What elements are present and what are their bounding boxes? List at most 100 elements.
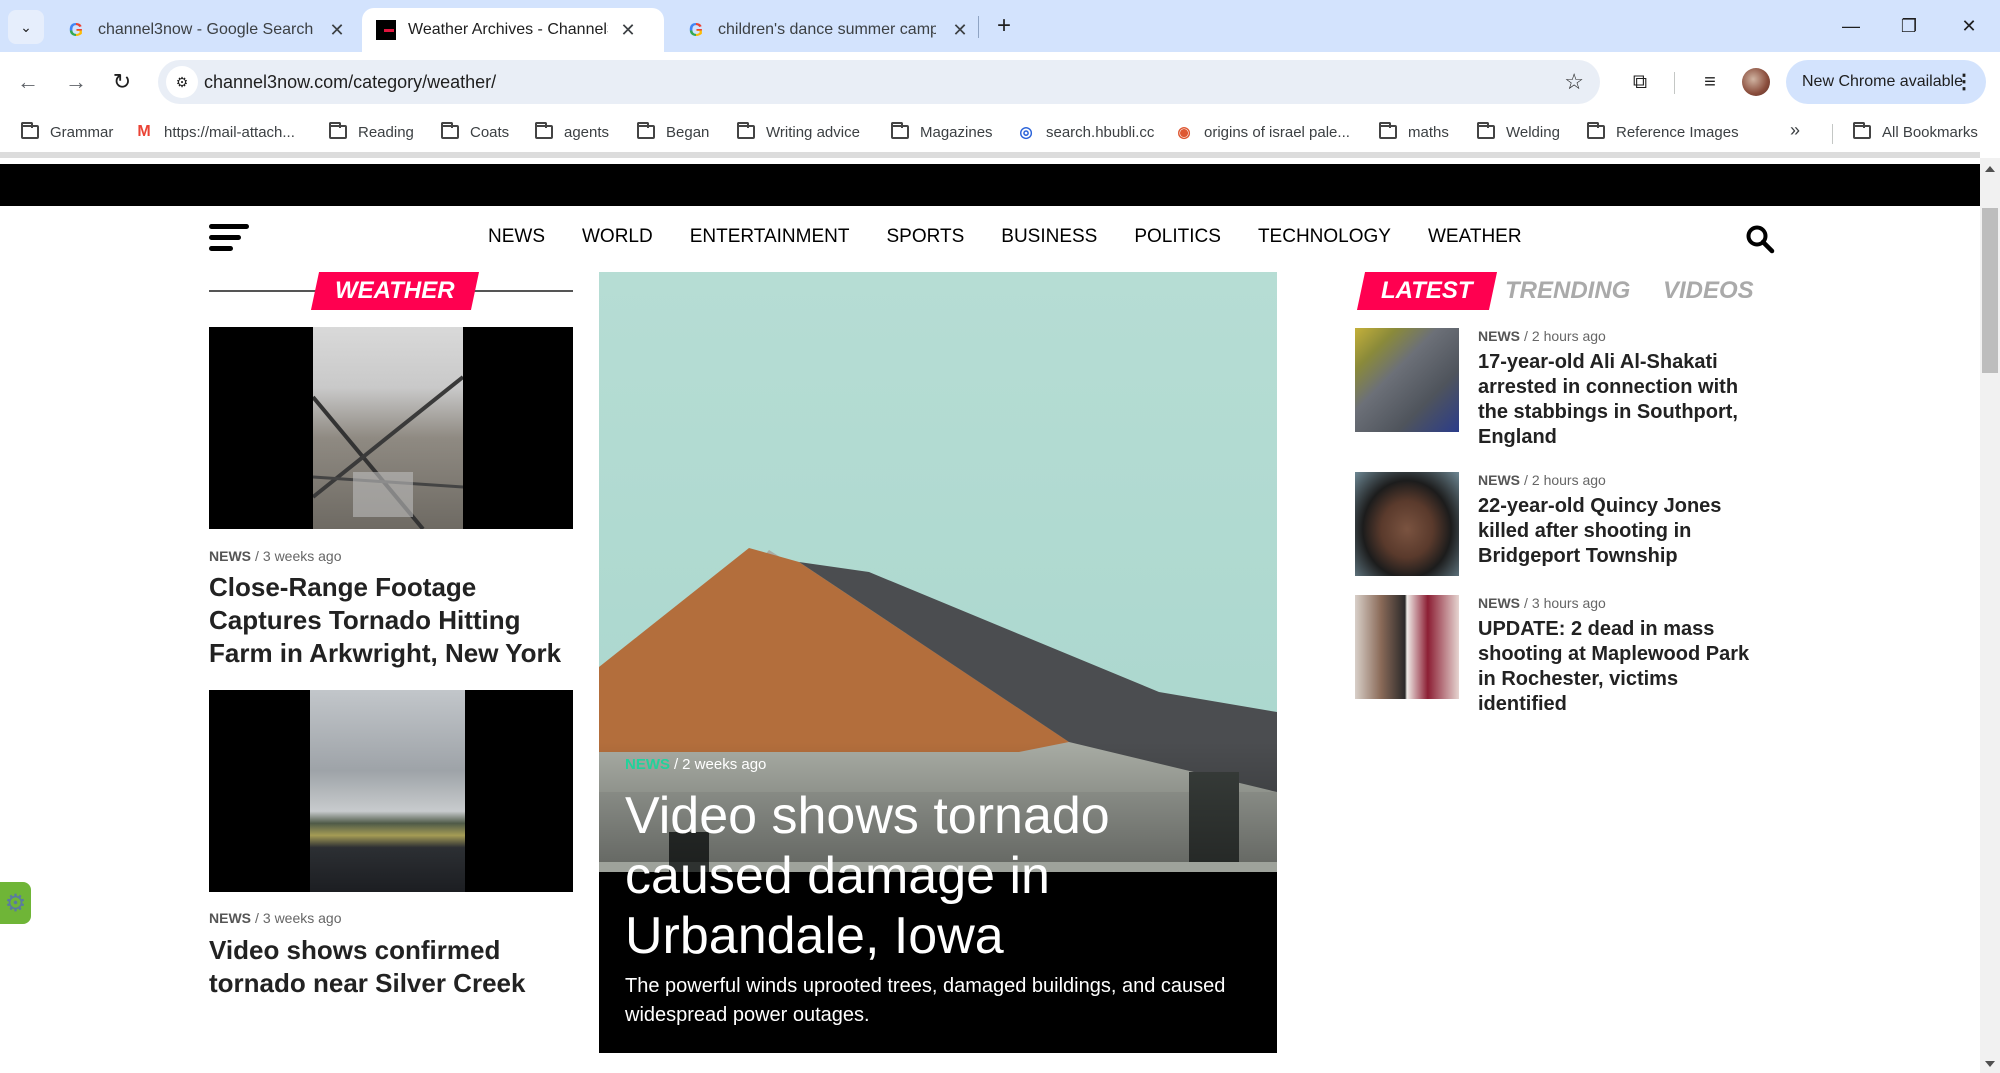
article-category[interactable]: NEWS (209, 548, 251, 564)
folder-icon (1378, 122, 1398, 140)
nav-sports[interactable]: SPORTS (886, 226, 964, 248)
article-thumbnail[interactable] (1355, 328, 1459, 432)
folder-icon (328, 122, 348, 140)
bookmark-magazines[interactable]: Magazines (890, 120, 993, 144)
folder-icon (890, 122, 910, 140)
article-title[interactable]: UPDATE: 2 dead in mass shooting at Maple… (1478, 617, 1768, 717)
close-icon[interactable]: ✕ (950, 20, 970, 41)
search-icon[interactable] (1745, 224, 1775, 254)
article-meta: NEWS/3 weeks ago (209, 910, 342, 926)
tab-videos[interactable]: VIDEOS (1663, 272, 1754, 310)
featured-title[interactable]: Video shows tornado caused damage in Urb… (625, 786, 1245, 966)
close-window-button[interactable]: ✕ (1946, 12, 1992, 40)
article-meta: NEWS/2 hours ago (1478, 472, 1606, 488)
bookmark-writing-advice[interactable]: Writing advice (736, 120, 860, 144)
article-thumbnail[interactable] (209, 690, 573, 892)
page-scrollbar[interactable] (1980, 158, 2000, 1073)
folder-icon (1476, 122, 1496, 140)
scroll-up-arrow-icon[interactable] (1985, 166, 1995, 172)
article-thumbnail[interactable] (209, 327, 573, 529)
search-site-icon: ◎ (1019, 124, 1033, 141)
scrollbar-thumb[interactable] (1982, 208, 1998, 373)
nav-technology[interactable]: TECHNOLOGY (1258, 226, 1391, 248)
article-title[interactable]: Video shows confirmed tornado near Silve… (209, 934, 579, 1000)
article-meta: NEWS/3 weeks ago (209, 548, 342, 564)
nav-entertainment[interactable]: ENTERTAINMENT (690, 226, 850, 248)
folder-icon (1586, 122, 1606, 140)
bookmark-grammar[interactable]: Grammar (20, 120, 113, 144)
sidebar-article[interactable]: NEWS/2 hours ago 17-year-old Ali Al-Shak… (1355, 328, 1775, 458)
bookmark-star-icon[interactable]: ☆ (1564, 60, 1584, 104)
settings-gear-icon[interactable]: ⚙ (0, 882, 31, 924)
featured-meta: NEWS/2 weeks ago (625, 756, 767, 773)
tab-weather-archives[interactable]: Weather Archives - Channel3 Now ✕ (362, 8, 664, 52)
gmail-icon: M (137, 123, 151, 140)
toolbar: ← → ↻ ⚙ channel3now.com/category/weather… (0, 52, 2000, 112)
tab-search-button[interactable]: ⌄ (8, 10, 44, 44)
tab-trending[interactable]: TRENDING (1505, 272, 1630, 310)
nav-politics[interactable]: POLITICS (1134, 226, 1221, 248)
nav-world[interactable]: WORLD (582, 226, 653, 248)
bookmark-reading[interactable]: Reading (328, 120, 414, 144)
sidebar-article[interactable]: NEWS/3 hours ago UPDATE: 2 dead in mass … (1355, 595, 1775, 725)
article-thumbnail[interactable] (1355, 595, 1459, 699)
reload-button[interactable]: ↻ (104, 64, 140, 100)
nav-weather[interactable]: WEATHER (1428, 226, 1522, 248)
scroll-down-arrow-icon[interactable] (1985, 1061, 1995, 1067)
url-text[interactable]: channel3now.com/category/weather/ (204, 60, 496, 104)
article-category[interactable]: NEWS (209, 910, 251, 926)
kebab-menu-icon[interactable]: ⋮ (1954, 60, 1974, 104)
category-badge: WEATHER (310, 272, 479, 310)
featured-category[interactable]: NEWS (625, 756, 670, 773)
folder-icon (534, 122, 554, 140)
web-page: NEWS WORLD ENTERTAINMENT SPORTS BUSINESS… (0, 152, 1980, 1073)
all-bookmarks[interactable]: All Bookmarks (1852, 120, 1978, 144)
featured-excerpt: The powerful winds uprooted trees, damag… (625, 975, 1226, 1026)
chevron-down-icon: ⌄ (20, 18, 32, 35)
restore-button[interactable]: ❐ (1886, 12, 1932, 40)
close-icon[interactable]: ✕ (618, 20, 638, 41)
profile-avatar[interactable] (1742, 68, 1770, 96)
bookmarks-overflow-button[interactable]: » (1790, 120, 1800, 141)
bookmark-maths[interactable]: maths (1378, 120, 1449, 144)
folder-icon (440, 122, 460, 140)
article-title[interactable]: 17-year-old Ali Al-Shakati arrested in c… (1478, 350, 1768, 450)
tab-google-search[interactable]: G channel3now - Google Search ✕ (52, 8, 361, 52)
nav-news[interactable]: NEWS (488, 226, 545, 248)
main-nav: NEWS WORLD ENTERTAINMENT SPORTS BUSINESS… (488, 226, 1559, 248)
bookmark-reference-images[interactable]: Reference Images (1586, 120, 1739, 144)
close-icon[interactable]: ✕ (327, 20, 347, 41)
article-title[interactable]: 22-year-old Quincy Jones killed after sh… (1478, 494, 1768, 569)
new-chrome-available-button[interactable]: New Chrome available ⋮ (1786, 60, 1986, 104)
media-control-icon[interactable]: ≡ (1694, 66, 1726, 98)
featured-article[interactable]: NEWS/2 weeks ago Video shows tornado cau… (599, 272, 1277, 1053)
address-bar[interactable]: ⚙ channel3now.com/category/weather/ ☆ (158, 60, 1600, 104)
bookmark-origins-israel[interactable]: ◉ origins of israel pale... (1174, 120, 1349, 144)
article-time: 3 weeks ago (262, 548, 342, 564)
bookmark-search-hbubli[interactable]: ◎ search.hbubli.cc (1016, 120, 1154, 144)
tab-strip: ⌄ G channel3now - Google Search ✕ Weathe… (0, 0, 2000, 52)
new-tab-button[interactable]: + (990, 12, 1018, 40)
bookmark-mail-attach[interactable]: Mhttps://mail-attach... (134, 120, 295, 144)
bookmark-coats[interactable]: Coats (440, 120, 509, 144)
tornado-photo (313, 375, 463, 529)
sidebar-tabs: LATEST TRENDING VIDEOS (1355, 272, 1775, 310)
extensions-icon[interactable]: ⧉ (1624, 66, 1656, 98)
minimize-button[interactable]: — (1828, 12, 1874, 40)
bookmark-began[interactable]: Began (636, 120, 709, 144)
bookmark-agents[interactable]: agents (534, 120, 609, 144)
sidebar-article[interactable]: NEWS/2 hours ago 22-year-old Quincy Jone… (1355, 472, 1775, 582)
tab-dance-camp[interactable]: G children's dance summer camp ✕ (672, 8, 984, 52)
tab-latest[interactable]: LATEST (1356, 272, 1497, 310)
bookmark-welding[interactable]: Welding (1476, 120, 1560, 144)
article-meta: NEWS/3 hours ago (1478, 595, 1606, 611)
article-title[interactable]: Close-Range Footage Captures Tornado Hit… (209, 571, 579, 670)
article-thumbnail[interactable] (1355, 472, 1459, 576)
nav-business[interactable]: BUSINESS (1001, 226, 1097, 248)
site-info-icon[interactable]: ⚙ (166, 66, 198, 98)
folder-icon (20, 122, 40, 140)
back-button[interactable]: ← (10, 64, 46, 100)
folder-icon (1852, 122, 1872, 140)
forward-button[interactable]: → (58, 64, 94, 100)
hamburger-menu-icon[interactable] (209, 224, 249, 254)
